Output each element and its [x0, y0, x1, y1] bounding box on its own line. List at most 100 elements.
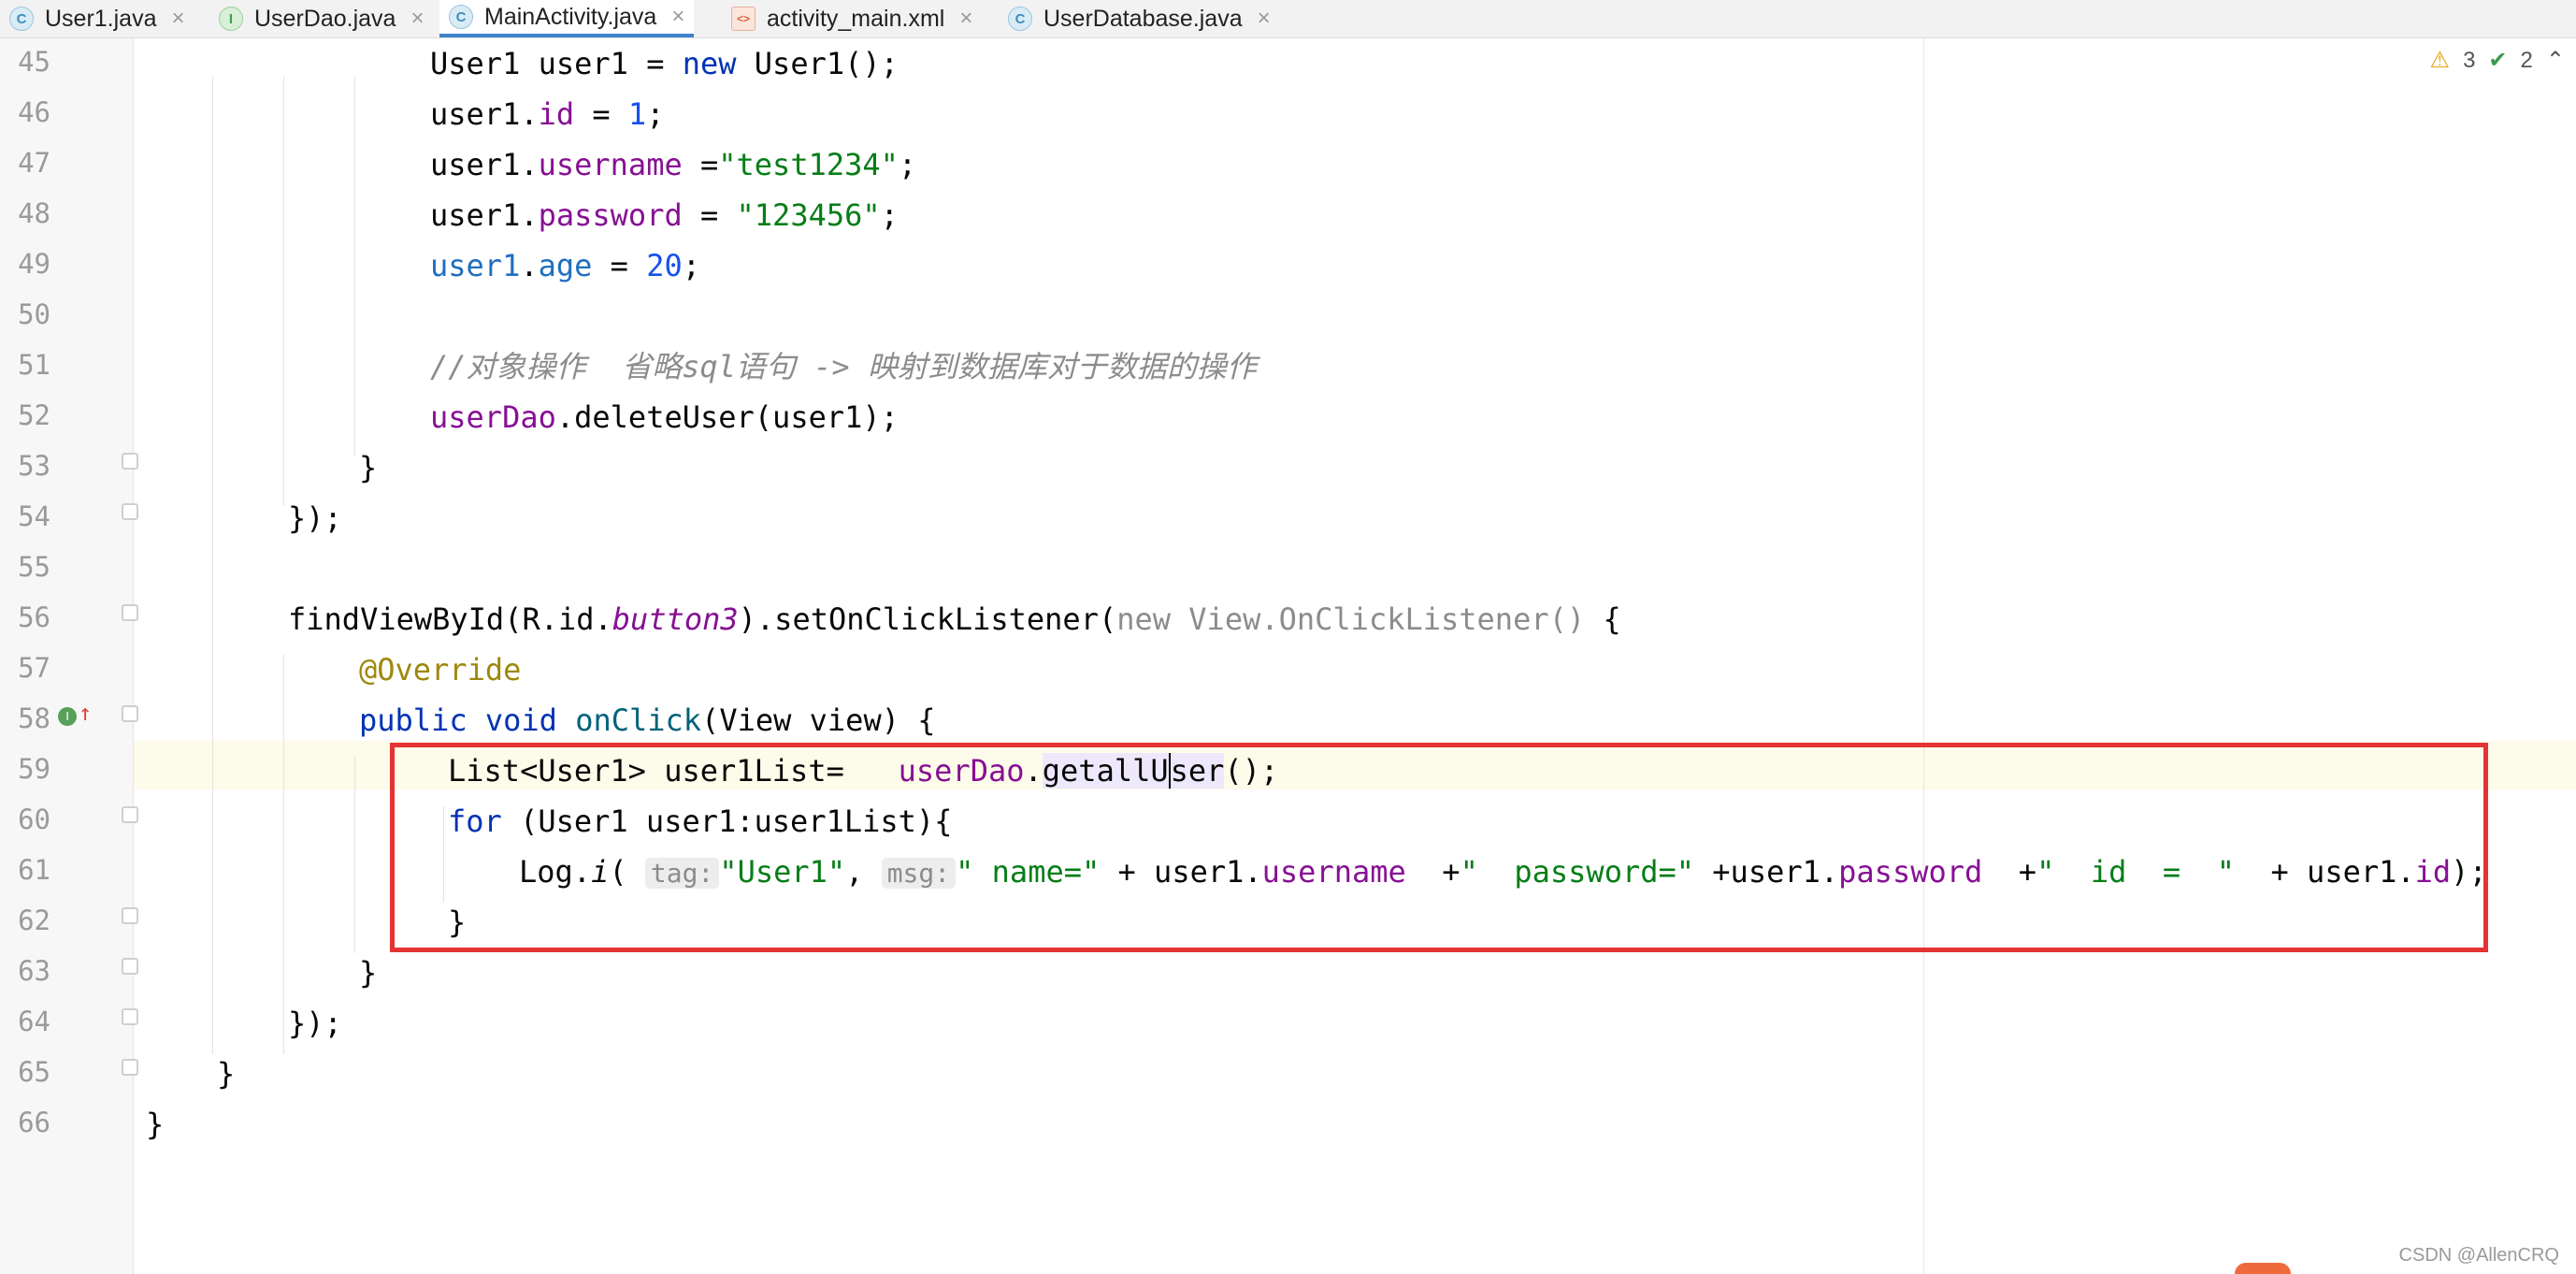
tab-label: activity_main.xml — [767, 5, 945, 32]
class-icon: C — [1008, 7, 1032, 31]
code-line-58[interactable]: public void onClick(View view) { — [359, 695, 936, 746]
code-token: ; — [682, 248, 700, 283]
inspection-widget[interactable]: ⚠ 3 ✔ 2 ⌃ — [2430, 47, 2565, 74]
code-line-51[interactable]: //对象操作 省略sql语句 -> 映射到数据库对于数据的操作 — [430, 341, 1257, 392]
code-annotation: @Override — [359, 652, 522, 688]
line-number[interactable]: 52 — [13, 399, 50, 431]
code-token: = — [682, 197, 737, 233]
code-token: new — [682, 46, 737, 81]
code-line-47[interactable]: user1.username ="test1234"; — [430, 139, 916, 190]
code-token: ; — [898, 147, 917, 182]
close-icon[interactable]: × — [959, 6, 972, 32]
highlight-box — [390, 743, 2488, 952]
chevron-up-icon[interactable]: ⌃ — [2546, 47, 2565, 74]
line-number[interactable]: 50 — [13, 298, 50, 330]
tab-userdao-java[interactable]: I UserDao.java × — [209, 0, 424, 37]
code-token: } — [146, 1107, 165, 1142]
line-number[interactable]: 64 — [13, 1006, 50, 1037]
arrow-up-icon: ↑ — [79, 700, 93, 726]
line-number[interactable]: 56 — [13, 601, 50, 633]
line-number[interactable]: 60 — [13, 803, 50, 835]
close-icon[interactable]: × — [172, 6, 185, 32]
code-line-63[interactable]: } — [359, 948, 377, 998]
code-line-53[interactable]: } — [359, 442, 377, 493]
code-token: ).setOnClickListener( — [738, 601, 1117, 637]
tab-userdatabase-java[interactable]: C UserDatabase.java × — [999, 0, 1271, 37]
editor-tab-bar: C User1.java × I UserDao.java × C MainAc… — [0, 0, 2576, 38]
code-line-45[interactable]: User1 user1 = new User1(); — [430, 38, 899, 89]
code-token: ; — [646, 96, 665, 132]
line-number[interactable]: 65 — [13, 1056, 50, 1088]
code-token: id — [538, 96, 575, 132]
code-token: username — [538, 147, 683, 182]
code-editor[interactable]: User1 user1 = new User1(); user1.id = 1;… — [134, 38, 2576, 1274]
weak-warning-count: 2 — [2520, 47, 2533, 73]
line-number[interactable]: 59 — [13, 753, 50, 785]
code-token: User1(); — [736, 46, 899, 81]
code-token: findViewById(R.id. — [288, 601, 612, 637]
code-token: "123456" — [736, 197, 881, 233]
line-number[interactable]: 46 — [13, 96, 50, 128]
close-icon[interactable]: × — [671, 4, 684, 30]
code-token: = — [682, 147, 719, 182]
decorative-shape — [2235, 1263, 2291, 1274]
tab-user1-java[interactable]: C User1.java × — [0, 0, 185, 37]
code-token: 20 — [646, 248, 683, 283]
line-number[interactable]: 53 — [13, 450, 50, 482]
code-token: age — [538, 248, 593, 283]
implements-icon: I — [58, 707, 77, 726]
line-number[interactable]: 47 — [13, 147, 50, 179]
code-token: }); — [288, 1006, 342, 1041]
interface-icon: I — [219, 7, 243, 31]
code-token: new View.OnClickListener() — [1116, 601, 1586, 637]
code-token: } — [217, 1056, 236, 1092]
code-token: = — [592, 248, 647, 283]
code-token: 1 — [627, 96, 647, 132]
line-number[interactable]: 66 — [13, 1107, 50, 1138]
code-comment: //对象操作 省略sql语句 -> 映射到数据库对于数据的操作 — [430, 349, 1257, 384]
code-line-64[interactable]: }); — [288, 998, 342, 1049]
code-token: } — [359, 955, 378, 991]
code-token: "test1234" — [718, 147, 899, 182]
code-line-56[interactable]: findViewById(R.id.button3).setOnClickLis… — [288, 594, 1621, 644]
close-icon[interactable]: × — [1258, 6, 1271, 32]
code-token: } — [359, 450, 378, 485]
code-line-52[interactable]: userDao.deleteUser(user1); — [430, 392, 899, 442]
implements-method-marker[interactable]: I ↑ — [58, 700, 92, 726]
code-token: . — [520, 248, 539, 283]
tab-activity-main-xml[interactable]: <> activity_main.xml × — [722, 0, 972, 37]
code-token: user1. — [430, 197, 539, 233]
line-number[interactable]: 48 — [13, 197, 50, 229]
line-number[interactable]: 54 — [13, 500, 50, 532]
code-line-57[interactable]: @Override — [359, 644, 521, 695]
code-line-54[interactable]: }); — [288, 493, 342, 543]
code-token: public — [359, 702, 468, 738]
line-number[interactable]: 62 — [13, 905, 50, 936]
line-number[interactable]: 45 — [13, 46, 50, 78]
line-number[interactable]: 61 — [13, 854, 50, 886]
code-token: onClick — [556, 702, 702, 738]
line-number[interactable]: 55 — [13, 551, 50, 583]
line-number[interactable]: 63 — [13, 955, 50, 987]
code-line-66[interactable]: } — [146, 1099, 164, 1150]
editor-gutter[interactable]: 45 46 47 48 49 50 51 52 53 54 55 56 57 58 59 60 61 62 63 64… — [0, 38, 138, 1274]
code-token: button3 — [612, 601, 739, 637]
tab-mainactivity-java[interactable]: C MainActivity.java × — [439, 0, 695, 37]
line-number[interactable]: 58 — [13, 702, 50, 734]
tab-label: User1.java — [45, 5, 157, 32]
code-token: = — [574, 96, 628, 132]
code-token: user1. — [430, 147, 539, 182]
code-line-49[interactable]: user1.age = 20; — [430, 240, 700, 291]
code-token: void — [484, 702, 557, 738]
code-token: .deleteUser(user1); — [555, 399, 899, 435]
line-number[interactable]: 57 — [13, 652, 50, 684]
code-line-46[interactable]: user1.id = 1; — [430, 89, 664, 139]
line-number[interactable]: 51 — [13, 349, 50, 381]
code-token: }); — [288, 500, 342, 536]
code-line-65[interactable]: } — [217, 1049, 235, 1099]
code-token: userDao — [430, 399, 556, 435]
code-line-48[interactable]: user1.password = "123456"; — [430, 190, 899, 240]
line-number[interactable]: 49 — [13, 248, 50, 280]
close-icon[interactable]: × — [410, 6, 424, 32]
